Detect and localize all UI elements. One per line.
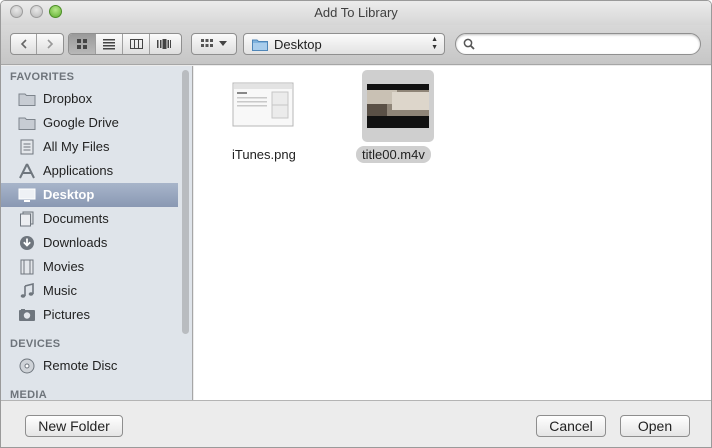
list-view-button[interactable] xyxy=(96,34,123,54)
sidebar-item-label: Desktop xyxy=(43,187,95,202)
sidebar-item-pictures[interactable]: Pictures xyxy=(1,303,178,327)
chevron-down-icon xyxy=(219,41,227,46)
column-view-button[interactable] xyxy=(123,34,150,54)
desktop-icon xyxy=(18,188,36,202)
sidebar-item-music[interactable]: Music xyxy=(1,279,178,303)
arrange-grid-icon xyxy=(201,39,213,47)
folder-icon xyxy=(18,117,36,130)
sidebar-item-label: Dropbox xyxy=(43,91,93,106)
file-thumbnail xyxy=(226,70,298,142)
minimize-window-button[interactable] xyxy=(30,5,43,18)
sidebar-item-label: Google Drive xyxy=(43,115,119,130)
sidebar: FAVORITES Dropbox Google Drive All My Fi… xyxy=(1,66,193,401)
file-name: iTunes.png xyxy=(232,147,296,162)
search-icon xyxy=(463,38,475,50)
grid-icon xyxy=(77,39,87,49)
sidebar-item-label: Music xyxy=(43,283,77,298)
chevron-right-icon xyxy=(47,39,54,49)
sidebar-item-google-drive[interactable]: Google Drive xyxy=(1,111,178,135)
sidebar-item-label: Documents xyxy=(43,211,109,226)
dialog-footer: New Folder Cancel Open xyxy=(1,400,711,447)
cover-flow-view-button[interactable] xyxy=(150,34,177,54)
downloads-icon xyxy=(20,236,34,250)
sidebar-item-label: Remote Disc xyxy=(43,358,118,373)
columns-icon xyxy=(129,39,143,49)
sidebar-item-documents[interactable]: Documents xyxy=(1,207,178,231)
arrange-menu-inner xyxy=(192,34,236,54)
view-mode-control xyxy=(68,33,182,55)
sidebar-item-applications[interactable]: Applications xyxy=(1,159,178,183)
sidebar-item-movies[interactable]: Movies xyxy=(1,255,178,279)
sidebar-scrollbar-thumb[interactable] xyxy=(182,70,189,334)
sidebar-item-downloads[interactable]: Downloads xyxy=(1,231,178,255)
add-to-library-dialog: Add To Library Desktop ▲ ▼ FAVORITES Dro… xyxy=(0,0,712,448)
movies-icon xyxy=(20,259,34,275)
window-title: Add To Library xyxy=(314,5,398,20)
sidebar-item-label: Applications xyxy=(43,163,114,178)
toolbar: Desktop ▲ ▼ xyxy=(1,25,711,65)
new-folder-button[interactable]: New Folder xyxy=(25,415,123,437)
zoom-window-button[interactable] xyxy=(49,5,62,18)
cancel-button[interactable]: Cancel xyxy=(536,415,606,437)
arrange-menu-button[interactable] xyxy=(191,33,237,55)
sidebar-item-dropbox[interactable]: Dropbox xyxy=(1,87,178,111)
list-icon xyxy=(103,39,115,50)
disc-icon xyxy=(19,358,35,374)
title-bar: Add To Library xyxy=(1,1,711,25)
chevron-left-icon xyxy=(20,39,27,49)
documents-icon xyxy=(20,211,34,227)
sidebar-header-devices: DEVICES xyxy=(10,338,61,350)
search-input[interactable] xyxy=(480,36,690,52)
music-icon xyxy=(20,283,34,298)
image-file-icon xyxy=(232,82,294,127)
file-name: title00.m4v xyxy=(356,146,431,163)
open-button[interactable]: Open xyxy=(620,415,690,437)
video-file-icon xyxy=(367,84,429,128)
back-button[interactable] xyxy=(11,34,38,54)
search-field[interactable] xyxy=(455,33,701,55)
icon-view-button[interactable] xyxy=(69,34,96,54)
up-down-arrows-icon: ▲ ▼ xyxy=(431,36,438,51)
all-files-icon xyxy=(20,139,34,155)
location-popup[interactable]: Desktop ▲ ▼ xyxy=(243,33,445,55)
sidebar-item-label: All My Files xyxy=(43,139,110,154)
folder-icon xyxy=(252,39,268,51)
sidebar-item-label: Downloads xyxy=(43,235,108,250)
cover-flow-icon xyxy=(156,39,171,49)
folder-icon xyxy=(18,93,36,106)
sidebar-header-favorites: FAVORITES xyxy=(10,71,75,83)
back-forward-control xyxy=(10,33,64,55)
forward-button[interactable] xyxy=(37,34,63,54)
sidebar-item-remote-disc[interactable]: Remote Disc xyxy=(1,354,178,378)
file-thumbnail xyxy=(362,70,434,142)
applications-icon xyxy=(19,163,35,179)
sidebar-item-label: Movies xyxy=(43,259,85,274)
file-browser: iTunes.png title00.m4v xyxy=(194,66,711,400)
location-label: Desktop xyxy=(274,36,322,52)
pictures-icon xyxy=(19,309,35,321)
sidebar-item-all-my-files[interactable]: All My Files xyxy=(1,135,178,159)
close-window-button[interactable] xyxy=(10,5,23,18)
sidebar-item-desktop[interactable]: Desktop xyxy=(1,183,178,207)
sidebar-item-label: Pictures xyxy=(43,307,90,322)
